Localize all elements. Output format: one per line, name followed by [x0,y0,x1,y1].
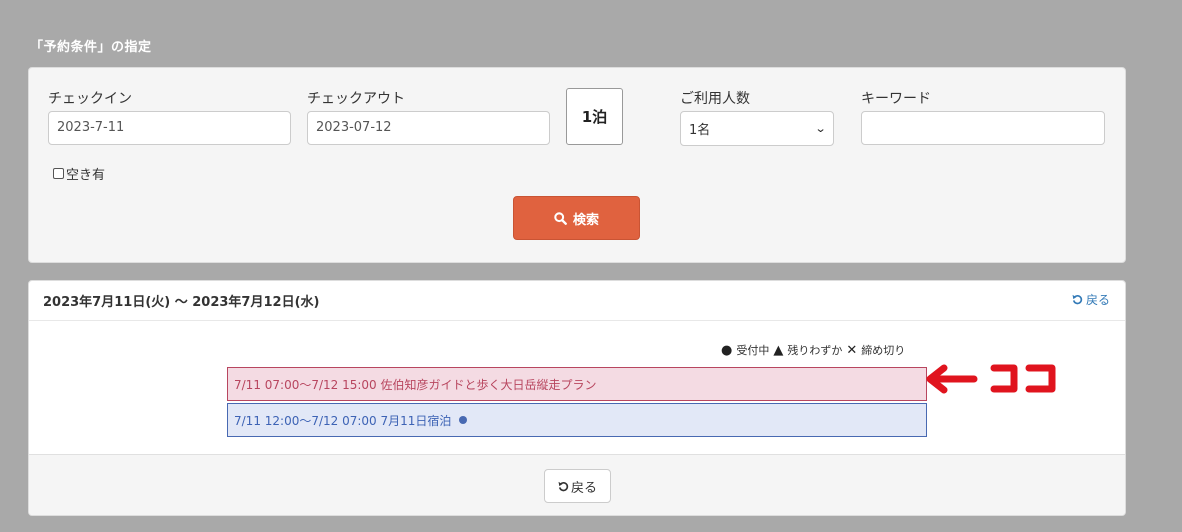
guests-select-value: 1名 [689,123,711,138]
circle-icon: ● [721,342,733,358]
annotation-text [990,364,1056,393]
cross-icon: ✕ [846,342,858,358]
checkout-input[interactable]: 2023-07-12 [307,111,550,145]
search-icon [554,211,567,225]
checkin-label: チェックイン [48,91,132,107]
results-header: 2023年7月11日(火) 〜 2023年7月12日(水) 戻る [29,281,1125,321]
availability-label: 空き有 [66,168,106,183]
status-legend: ● 受付中 ▲ 残りわずか ✕ 締め切り [721,342,905,358]
plan-item[interactable]: 7/11 12:00〜7/12 07:00 7月11日宿泊 [227,403,927,437]
results-footer: 戻る [29,454,1125,515]
legend-open: 受付中 [736,344,770,357]
legend-few: 残りわずか [787,344,843,357]
triangle-icon: ▲ [773,342,784,358]
search-conditions-panel: チェックイン 2023-7-11 チェックアウト 2023-07-12 1泊 ご… [28,67,1126,263]
annotation-marker [926,364,1056,394]
legend-closed: 締め切り [861,344,906,357]
checkin-input[interactable]: 2023-7-11 [48,111,291,145]
undo-icon [1072,294,1083,305]
date-range: 2023年7月11日(火) 〜 2023年7月12日(水) [43,295,320,310]
search-button[interactable]: 検索 [513,196,640,240]
arrow-left-icon [926,364,978,394]
guests-select[interactable]: 1名 ⌄ [680,111,834,146]
back-button[interactable]: 戻る [544,469,611,503]
nights-display: 1泊 [566,88,623,145]
back-link-label: 戻る [1085,293,1110,307]
keyword-label: キーワード [861,91,931,107]
plan-label: 7/11 07:00〜7/12 15:00 佐伯知彦ガイドと歩く大日岳縦走プラン [234,377,597,392]
availability-filter[interactable]: 空き有 [53,164,105,183]
status-open-icon [459,416,468,424]
back-button-label: 戻る [570,480,597,496]
search-button-label: 検索 [572,212,599,228]
plan-item-highlighted[interactable]: 7/11 07:00〜7/12 15:00 佐伯知彦ガイドと歩く大日岳縦走プラン [227,367,927,401]
checkout-label: チェックアウト [307,91,405,107]
availability-checkbox[interactable] [53,168,64,179]
section-title: 「予約条件」の指定 [30,40,152,55]
keyword-input[interactable] [861,111,1105,145]
guests-label: ご利用人数 [680,91,750,107]
back-link[interactable]: 戻る [1072,291,1110,308]
undo-icon [558,481,569,491]
plan-label: 7/11 12:00〜7/12 07:00 7月11日宿泊 [234,413,452,428]
page: 「予約条件」の指定 チェックイン 2023-7-11 チェックアウト 2023-… [0,0,1182,532]
chevron-down-icon: ⌄ [814,122,827,135]
